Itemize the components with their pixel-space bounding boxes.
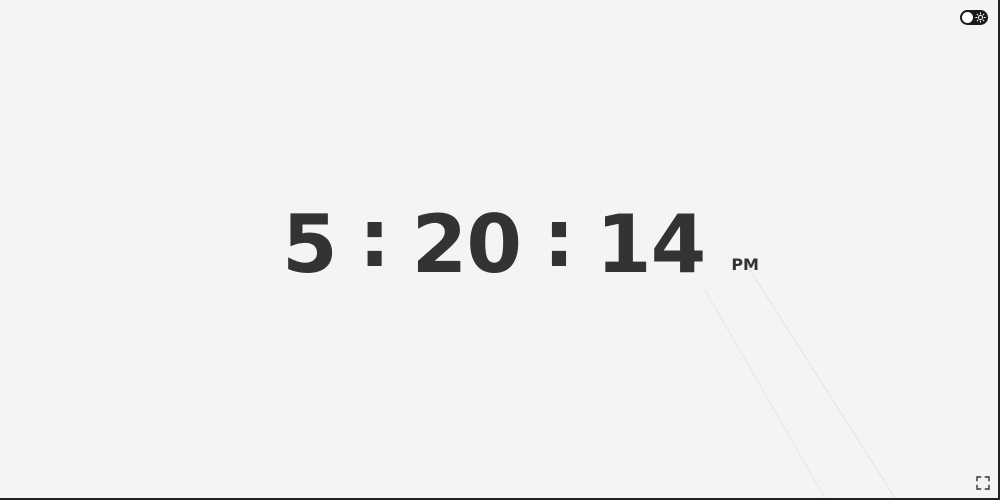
theme-toggle[interactable] bbox=[960, 10, 988, 25]
clock-separator: : bbox=[543, 192, 575, 285]
digital-clock: 5 : 20 : 14 PM bbox=[282, 198, 759, 291]
clock-seconds: 14 bbox=[596, 198, 706, 291]
decoration-line bbox=[704, 289, 826, 498]
clock-hours: 5 bbox=[282, 198, 338, 291]
clock-period: PM bbox=[731, 255, 759, 274]
sun-icon bbox=[975, 12, 986, 23]
clock-separator: : bbox=[358, 192, 391, 285]
clock-minutes: 20 bbox=[411, 198, 522, 291]
fullscreen-icon[interactable] bbox=[976, 476, 990, 490]
toggle-knob bbox=[962, 12, 973, 23]
decoration-line bbox=[744, 261, 896, 498]
clock-page: 5 : 20 : 14 PM bbox=[0, 0, 1000, 500]
